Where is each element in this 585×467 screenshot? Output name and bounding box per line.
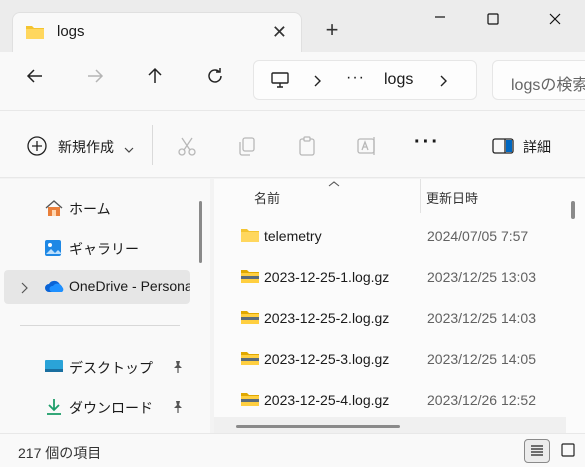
tiles-view-icon — [561, 443, 575, 457]
sidebar-item-label: OneDrive - Personal — [69, 278, 190, 294]
tiles-view-button[interactable] — [556, 439, 582, 463]
folder-icon — [25, 24, 45, 43]
home-icon — [44, 199, 64, 220]
cut-icon[interactable] — [176, 135, 198, 160]
file-name: 2023-12-25-2.log.gz — [264, 310, 390, 326]
forward-button[interactable] — [80, 66, 110, 96]
sidebar-item-gallery[interactable]: ギャラリー — [4, 231, 190, 265]
status-bar: 217 個の項目 — [0, 433, 585, 467]
breadcrumb-current[interactable]: logs — [384, 71, 413, 89]
sidebar-item-label: ギャラリー — [69, 241, 139, 257]
table-row[interactable]: 2023-12-25-1.log.gz 2023/12/25 13:03 — [214, 258, 574, 298]
copy-icon[interactable] — [236, 135, 258, 160]
new-icon[interactable] — [26, 135, 48, 157]
command-bar: 新規作成 ··· 詳細 — [0, 110, 585, 178]
item-count: 217 個の項目 — [18, 445, 102, 461]
new-button-label[interactable]: 新規作成 — [58, 137, 114, 157]
divider — [152, 125, 153, 165]
column-divider[interactable] — [420, 179, 421, 213]
file-date: 2023/12/26 12:52 — [427, 392, 536, 408]
sort-ascending-icon — [328, 175, 340, 191]
tab-logs[interactable]: logs ✕ — [12, 12, 302, 52]
sidebar-item-onedrive[interactable]: OneDrive - Personal — [4, 270, 190, 304]
file-name: 2023-12-25-1.log.gz — [264, 269, 390, 285]
new-tab-button[interactable]: + — [320, 19, 344, 44]
sidebar-item-downloads[interactable]: ダウンロード — [4, 390, 190, 424]
onedrive-icon — [44, 278, 66, 297]
folder-icon — [240, 227, 260, 246]
file-date: 2023/12/25 13:03 — [427, 269, 536, 285]
search-placeholder: logsの検索 — [511, 77, 585, 94]
refresh-button[interactable] — [200, 66, 230, 96]
sidebar-item-desktop[interactable]: デスクトップ — [4, 350, 190, 384]
sidebar-item-home[interactable]: ホーム — [4, 191, 190, 225]
details-pane-icon[interactable] — [492, 138, 514, 157]
table-row[interactable]: 2023-12-25-3.log.gz 2023/12/25 14:05 — [214, 340, 574, 380]
archive-icon — [240, 391, 260, 410]
table-row[interactable]: 2023-12-25-2.log.gz 2023/12/25 14:03 — [214, 299, 574, 339]
tab-title: logs — [57, 23, 85, 40]
download-icon — [44, 398, 64, 419]
pin-icon[interactable] — [172, 360, 184, 377]
scrollbar-thumb[interactable] — [199, 201, 202, 263]
file-name: 2023-12-25-3.log.gz — [264, 351, 390, 367]
breadcrumb-overflow[interactable]: ··· — [346, 69, 365, 87]
file-name: 2023-12-25-4.log.gz — [264, 392, 390, 408]
pin-icon[interactable] — [172, 400, 184, 417]
file-list: 名前 更新日時 telemetry 2024/07/05 7:57 2023-1… — [214, 179, 585, 433]
close-window-button[interactable] — [540, 6, 570, 32]
chevron-down-icon[interactable] — [124, 141, 134, 157]
up-button[interactable] — [140, 66, 170, 96]
archive-icon — [240, 350, 260, 369]
navigation-pane: ホーム ギャラリー OneDrive - Personal デスクトップ ダウン… — [0, 179, 210, 433]
close-tab-icon[interactable]: ✕ — [272, 22, 287, 43]
file-date: 2023/12/25 14:03 — [427, 310, 536, 326]
paste-icon[interactable] — [296, 135, 318, 160]
more-options-button[interactable]: ··· — [414, 131, 440, 154]
vertical-scrollbar-thumb[interactable] — [571, 201, 575, 219]
list-view-icon — [531, 445, 543, 456]
chevron-right-icon[interactable] — [20, 281, 28, 297]
sidebar-item-label: ホーム — [69, 201, 111, 217]
back-button[interactable] — [20, 66, 50, 96]
chevron-right-icon[interactable] — [438, 71, 448, 93]
table-row[interactable]: 2023-12-25-4.log.gz 2023/12/26 12:52 — [214, 381, 574, 421]
file-date: 2023/12/25 14:05 — [427, 351, 536, 367]
chevron-right-icon[interactable] — [312, 71, 322, 93]
details-button-label[interactable]: 詳細 — [523, 137, 551, 157]
minimize-button[interactable] — [425, 10, 455, 36]
gallery-icon — [44, 239, 64, 260]
navigation-bar: ··· logs logsの検索 — [0, 52, 585, 110]
rename-icon[interactable] — [356, 135, 378, 160]
table-row[interactable]: telemetry 2024/07/05 7:57 — [214, 217, 574, 257]
computer-icon — [270, 71, 290, 92]
title-bar: logs ✕ + — [0, 0, 585, 52]
divider — [20, 325, 180, 326]
file-date: 2024/07/05 7:57 — [427, 228, 529, 244]
address-bar[interactable]: ··· logs — [253, 60, 477, 100]
search-box[interactable]: logsの検索 — [492, 60, 585, 100]
archive-icon — [240, 268, 260, 287]
maximize-button[interactable] — [478, 6, 508, 32]
details-view-button[interactable] — [524, 439, 550, 463]
horizontal-scrollbar-thumb[interactable] — [236, 425, 400, 428]
archive-icon — [240, 309, 260, 328]
file-name: telemetry — [264, 228, 322, 244]
desktop-icon — [44, 358, 64, 377]
